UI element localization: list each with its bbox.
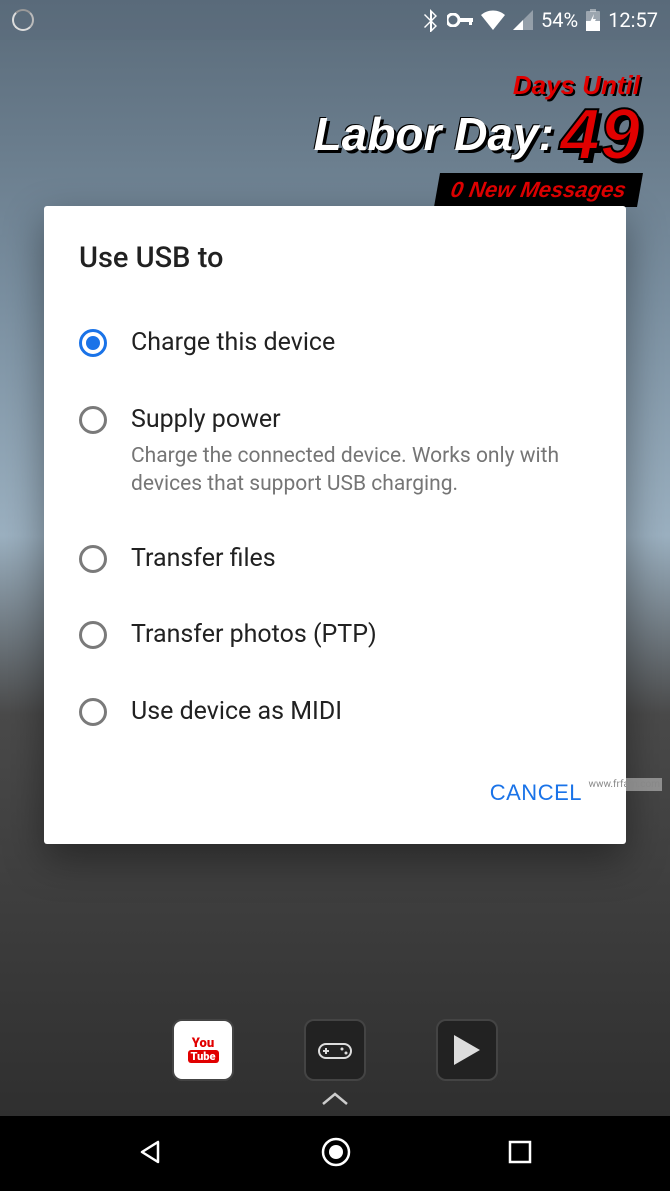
option-transfer-photos[interactable]: Transfer photos (PTP) [44,597,626,674]
back-button[interactable] [138,1139,164,1169]
option-label: Use device as MIDI [131,696,591,729]
option-charge-device[interactable]: Charge this device [44,305,626,382]
option-label: Charge this device [131,327,591,360]
countdown-widget: Days Until Labor Day: 49 0 New Messages [314,70,640,207]
radio-icon [79,698,107,726]
battery-charging-icon [586,9,600,31]
radio-icon [79,329,107,357]
options-list: Charge this device Supply power Charge t… [44,285,626,750]
option-transfer-files[interactable]: Transfer files [44,521,626,598]
bluetooth-icon [423,8,439,32]
option-label: Transfer files [131,543,591,576]
option-supply-power[interactable]: Supply power Charge the connected device… [44,382,626,521]
event-label: Labor Day: [314,113,554,157]
radio-icon [79,621,107,649]
usb-options-dialog: Use USB to Charge this device Supply pow… [44,206,626,844]
app-dock: YouTube [0,1019,670,1081]
new-messages-label: 0 New Messages [434,173,643,207]
recent-apps-button[interactable] [508,1140,532,1168]
youtube-app-icon[interactable]: YouTube [172,1019,234,1081]
option-label: Transfer photos (PTP) [131,619,591,652]
radio-icon [79,406,107,434]
dialog-title: Use USB to [44,206,626,285]
days-count: 49 [560,101,640,169]
home-button[interactable] [320,1136,352,1172]
radio-icon [79,545,107,573]
option-label: Supply power [131,404,591,437]
sync-spinner-icon [12,9,34,31]
vpn-key-icon [447,13,473,27]
games-app-icon[interactable] [304,1019,366,1081]
battery-percentage: 54% [541,8,578,32]
clock-time: 12:57 [608,8,658,32]
status-bar: 54% 12:57 [0,0,670,40]
cancel-button[interactable]: CANCEL [476,770,596,816]
watermark: www.frfam.com [586,778,662,791]
option-description: Charge the connected device. Works only … [131,442,591,499]
wifi-icon [481,10,505,30]
play-store-app-icon[interactable] [436,1019,498,1081]
cell-signal-icon [513,10,533,30]
option-midi[interactable]: Use device as MIDI [44,674,626,751]
app-drawer-caret-icon[interactable] [321,1080,349,1113]
navigation-bar [0,1116,670,1191]
